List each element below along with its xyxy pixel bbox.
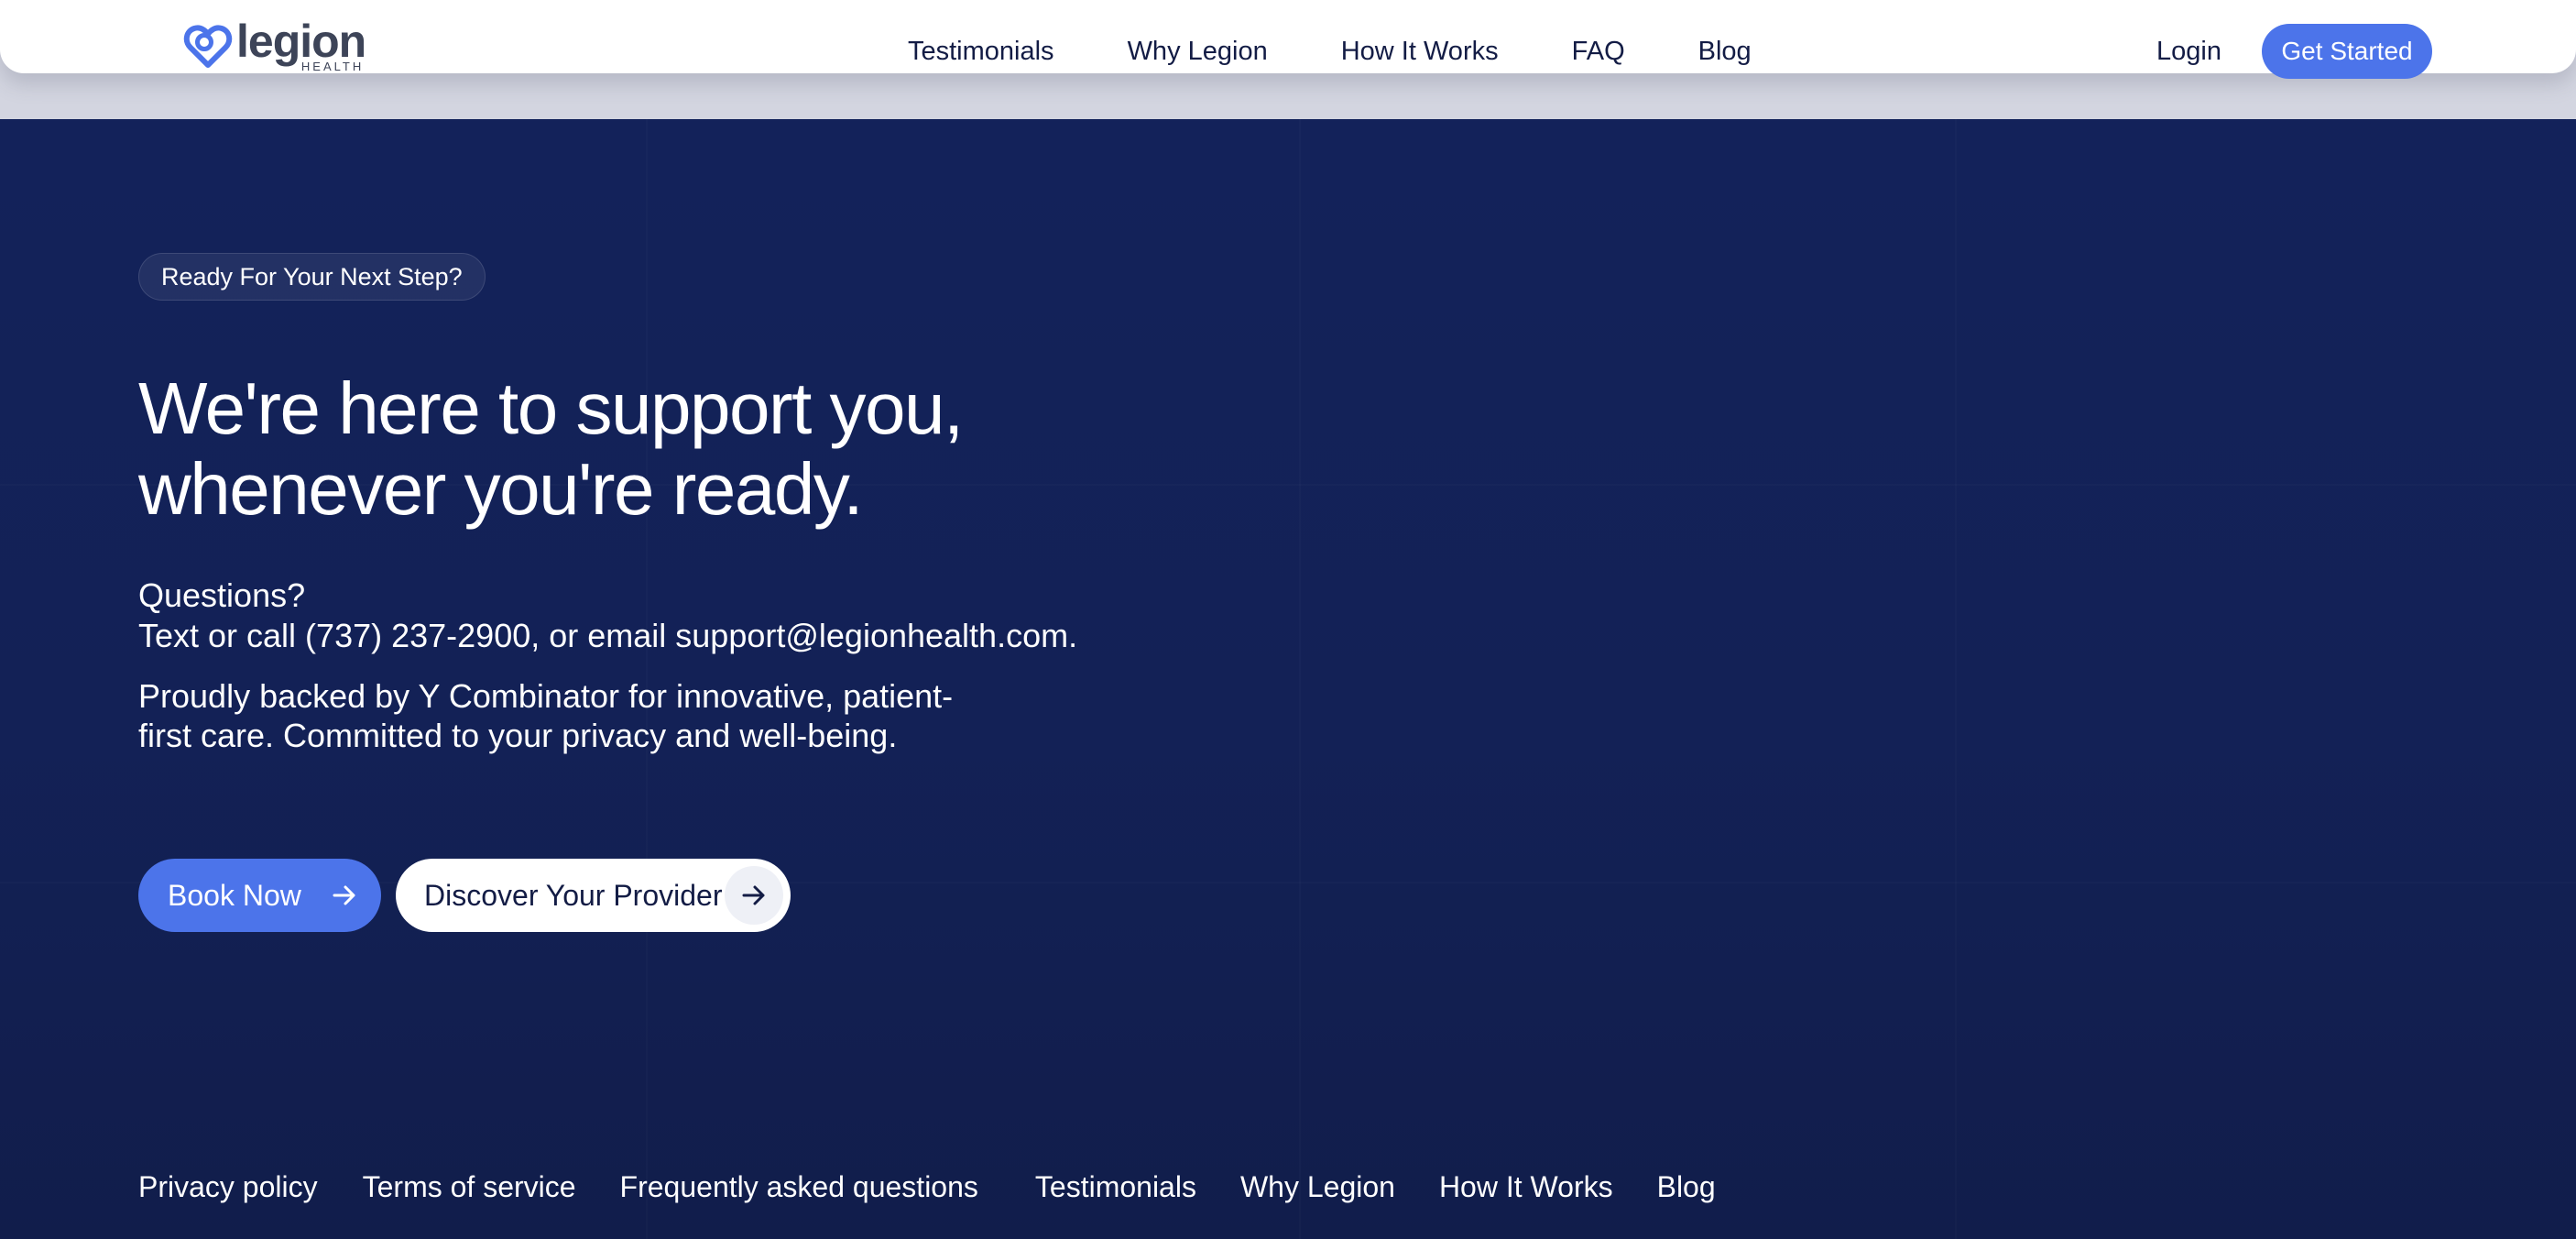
footer-link-why-legion[interactable]: Why Legion [1240, 1170, 1395, 1204]
backed-by-text: Proudly backed by Y Combinator for innov… [138, 676, 953, 755]
logo-text: legion HEALTH [236, 16, 366, 75]
contact-details: Text or call (737) 237-2900, or email su… [138, 617, 1078, 654]
site-footer: Privacy policy Terms of service Frequent… [138, 1164, 1716, 1210]
main-nav: Testimonials Why Legion How It Works FAQ… [908, 0, 1752, 103]
backed-line: Proudly backed by Y Combinator for innov… [138, 677, 954, 715]
heart-logo-icon [183, 25, 233, 68]
hero-headline: We're here to support you, whenever you'… [138, 368, 1238, 530]
arrow-circle [725, 866, 783, 925]
nav-link-faq[interactable]: FAQ [1572, 37, 1625, 67]
contact-questions: Questions? [138, 576, 306, 614]
footer-link-how-it-works[interactable]: How It Works [1439, 1170, 1613, 1204]
logo-wordmark: legion [236, 16, 366, 67]
logo[interactable]: legion HEALTH [183, 16, 366, 75]
book-now-label: Book Now [168, 879, 301, 912]
background-grid-line [1955, 119, 1957, 1239]
site-header: legion HEALTH Testimonials Why Legion Ho… [0, 0, 2576, 79]
book-now-button[interactable]: Book Now [138, 859, 381, 932]
arrow-right-icon [333, 885, 355, 905]
logo-subtitle: HEALTH [300, 60, 365, 73]
hero-section: Ready For Your Next Step? We're here to … [0, 119, 2576, 1239]
nav-link-testimonials[interactable]: Testimonials [908, 37, 1054, 67]
footer-link-faq[interactable]: Frequently asked questions [620, 1170, 978, 1204]
nav-link-blog[interactable]: Blog [1698, 37, 1752, 67]
page: legion HEALTH Testimonials Why Legion Ho… [0, 0, 2576, 1239]
headline-line: whenever you're ready. [138, 448, 864, 530]
footer-link-terms-of-service[interactable]: Terms of service [363, 1170, 576, 1204]
get-started-button[interactable]: Get Started [2262, 24, 2432, 79]
eyebrow-badge: Ready For Your Next Step? [138, 253, 486, 301]
footer-link-blog[interactable]: Blog [1657, 1170, 1716, 1204]
headline-line: We're here to support you, [138, 367, 964, 449]
footer-link-testimonials[interactable]: Testimonials [1035, 1170, 1196, 1204]
discover-provider-label: Discover Your Provider [424, 879, 723, 912]
background-grid-line [1299, 119, 1301, 1239]
backed-line: first care. Committed to your privacy an… [138, 717, 898, 754]
nav-link-how-it-works[interactable]: How It Works [1341, 37, 1499, 67]
discover-provider-button[interactable]: Discover Your Provider [396, 859, 791, 932]
background-grid-line [0, 882, 2576, 883]
nav-link-why-legion[interactable]: Why Legion [1128, 37, 1268, 67]
footer-link-privacy-policy[interactable]: Privacy policy [138, 1170, 318, 1204]
contact-info: Questions? Text or call (737) 237-2900, … [138, 576, 1077, 656]
login-link[interactable]: Login [2156, 0, 2221, 103]
arrow-right-icon [742, 885, 765, 905]
